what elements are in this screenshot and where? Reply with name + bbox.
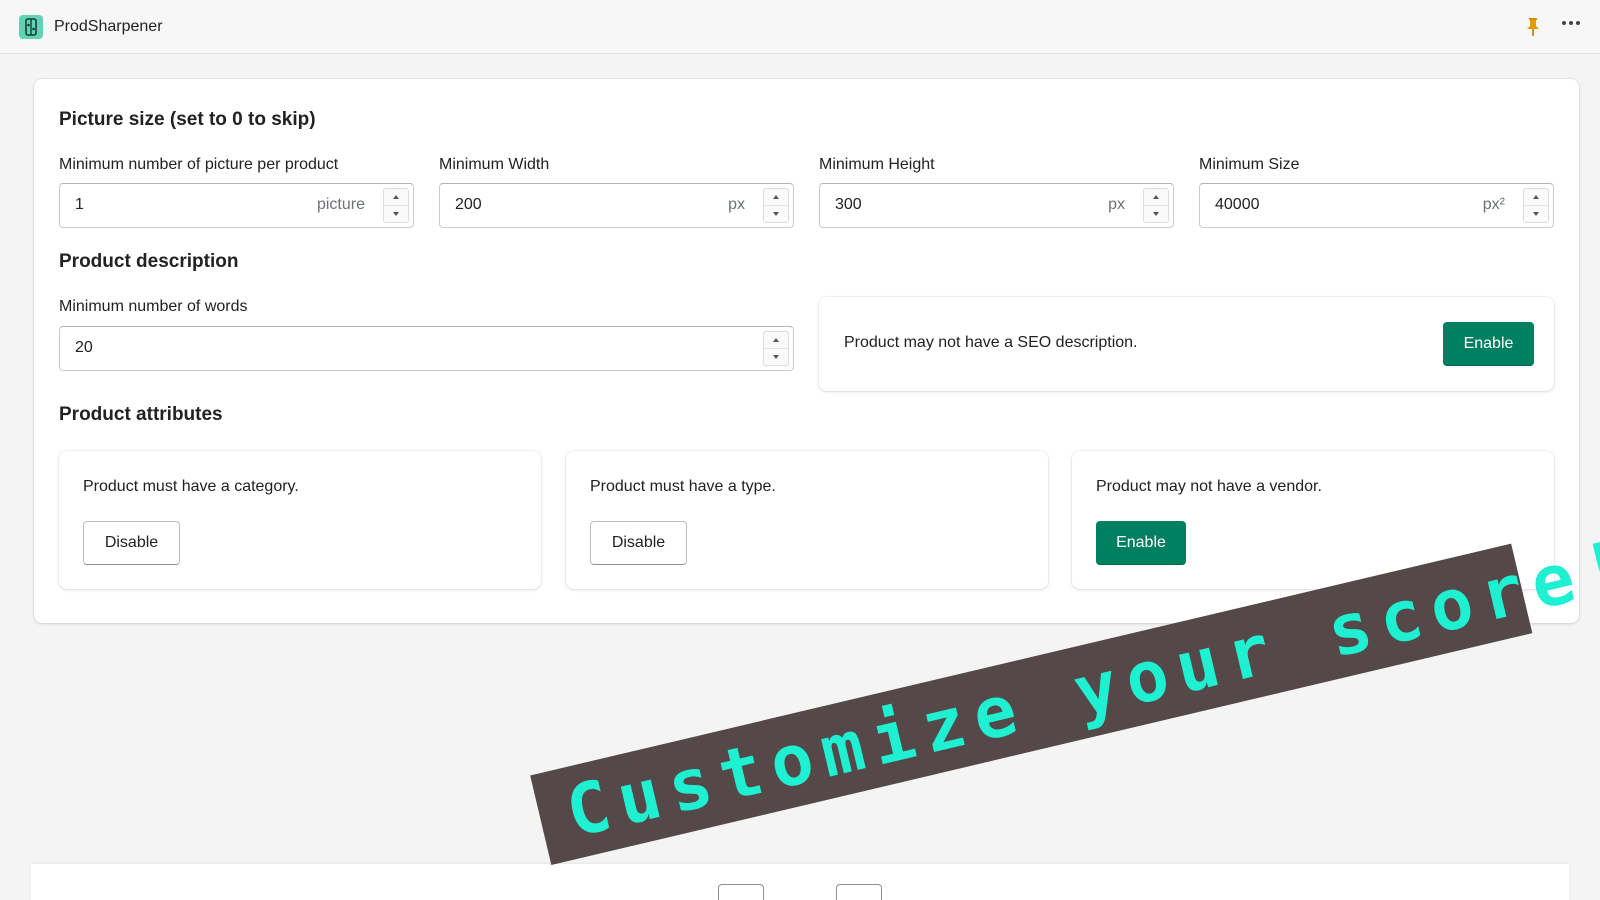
pin-icon[interactable] — [1526, 17, 1540, 42]
increment-arrow-icon[interactable] — [384, 189, 408, 206]
min-width-input[interactable]: 200 px — [439, 183, 794, 228]
min-height-stepper[interactable] — [1143, 188, 1169, 223]
vendor-rule-message: Product may not have a vendor. — [1096, 478, 1322, 495]
type-disable-button[interactable]: Disable — [590, 521, 687, 565]
min-pictures-stepper[interactable] — [383, 188, 409, 223]
min-size-stepper[interactable] — [1523, 188, 1549, 223]
category-disable-button[interactable]: Disable — [83, 521, 180, 565]
category-rule-card: Product must have a category. Disable — [59, 451, 541, 589]
app-header: ProdSharpener — [0, 0, 1600, 54]
min-height-suffix: px — [1108, 196, 1125, 213]
next-page-button[interactable] — [836, 884, 882, 900]
seo-enable-button[interactable]: Enable — [1443, 322, 1534, 366]
min-size-value: 40000 — [1215, 196, 1260, 213]
min-size-input[interactable]: 40000 px² — [1199, 183, 1554, 228]
category-rule-message: Product must have a category. — [83, 478, 299, 495]
vendor-enable-button[interactable]: Enable — [1096, 521, 1186, 565]
min-words-label: Minimum number of words — [59, 298, 248, 315]
seo-description-card: Product may not have a SEO description. … — [819, 297, 1554, 391]
min-pictures-input[interactable]: 1 picture — [59, 183, 414, 228]
type-rule-card: Product must have a type. Disable — [566, 451, 1048, 589]
min-words-stepper[interactable] — [763, 331, 789, 366]
settings-card: Picture size (set to 0 to skip) Minimum … — [34, 79, 1579, 623]
min-width-suffix: px — [728, 196, 745, 213]
min-pictures-suffix: picture — [316, 196, 365, 213]
decrement-arrow-icon[interactable] — [1144, 206, 1168, 223]
min-width-label: Minimum Width — [439, 156, 550, 173]
pagination-bar — [31, 864, 1569, 900]
app-logo-icon — [19, 14, 43, 39]
min-size-label: Minimum Size — [1199, 156, 1300, 173]
min-words-input[interactable]: 20 — [59, 326, 794, 371]
min-words-value: 20 — [75, 339, 93, 356]
app-title: ProdSharpener — [54, 17, 163, 35]
increment-arrow-icon[interactable] — [1144, 189, 1168, 206]
decrement-arrow-icon[interactable] — [1524, 206, 1548, 223]
more-options-icon[interactable] — [1562, 21, 1580, 25]
decrement-arrow-icon[interactable] — [384, 206, 408, 223]
min-pictures-label: Minimum number of picture per product — [59, 156, 339, 173]
min-height-label: Minimum Height — [819, 156, 935, 173]
seo-message: Product may not have a SEO description. — [844, 334, 1138, 351]
min-size-suffix: px² — [1482, 196, 1505, 213]
min-width-stepper[interactable] — [763, 188, 789, 223]
min-height-input[interactable]: 300 px — [819, 183, 1174, 228]
decrement-arrow-icon[interactable] — [764, 206, 788, 223]
decrement-arrow-icon[interactable] — [764, 349, 788, 366]
min-pictures-value: 1 — [75, 196, 84, 213]
previous-page-button[interactable] — [718, 884, 764, 900]
min-width-value: 200 — [455, 196, 482, 213]
type-rule-message: Product must have a type. — [590, 478, 776, 495]
product-description-heading: Product description — [59, 251, 239, 272]
increment-arrow-icon[interactable] — [1524, 189, 1548, 206]
min-height-value: 300 — [835, 196, 862, 213]
picture-size-heading: Picture size (set to 0 to skip) — [59, 109, 316, 130]
product-attributes-heading: Product attributes — [59, 404, 223, 425]
increment-arrow-icon[interactable] — [764, 332, 788, 349]
increment-arrow-icon[interactable] — [764, 189, 788, 206]
